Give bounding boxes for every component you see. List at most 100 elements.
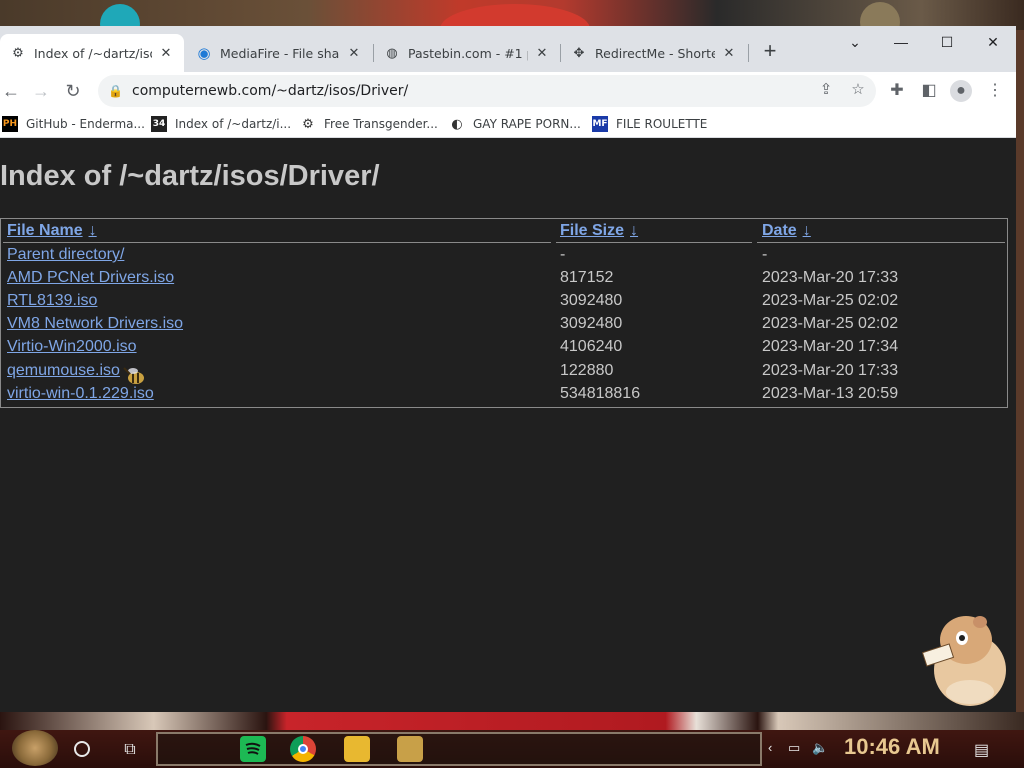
network-icon[interactable]: ▭ [788, 740, 800, 756]
notification-center-icon[interactable]: ▤ [974, 740, 989, 760]
forward-arrow-icon[interactable]: → [26, 76, 56, 106]
sort-arrow-icon: ↓ [802, 222, 811, 239]
table-row: virtio-win-0.1.229.iso 534818816 2023-Ma… [1, 385, 1007, 408]
column-header-file-name[interactable]: File Name ↓ [7, 222, 97, 240]
file-listing-table: File Name ↓ File Size ↓ Date ↓ Parent direc… [0, 218, 1008, 408]
search-circle-icon[interactable] [74, 741, 90, 757]
file-link[interactable]: Virtio-Win2000.iso [7, 338, 137, 356]
file-date: 2023-Mar-25 02:02 [762, 315, 899, 332]
column-header-file-size[interactable]: File Size ↓ [560, 222, 638, 240]
minimize-button[interactable]: — [878, 28, 924, 58]
tab-pastebin[interactable]: ◍ Pastebin.com - #1 pas ✕ [374, 34, 560, 72]
window-close-button[interactable]: ✕ [970, 28, 1016, 58]
close-icon[interactable]: ✕ [158, 46, 174, 61]
lock-icon: 🔒 [108, 84, 123, 98]
maximize-button[interactable]: ☐ [924, 28, 970, 58]
browser-toolbar: ← → ↻ 🔒 computernewb.com/~dartz/isos/Dri… [0, 72, 1016, 110]
profile-avatar-icon[interactable]: ● [950, 80, 972, 102]
column-header-date[interactable]: Date ↓ [762, 222, 811, 240]
file-size: 3092480 [560, 315, 623, 332]
table-row: qemumouse.iso 122880 2023-Mar-20 17:33 [1, 362, 1007, 385]
hamster-desktop-pet [920, 600, 1010, 710]
side-panel-icon[interactable]: ◧ [918, 80, 940, 102]
tab-title: MediaFire - File sharin [220, 45, 340, 61]
menu-kebab-icon[interactable]: ⋮ [984, 80, 1006, 102]
header-label: File Name [7, 222, 83, 239]
bookmark-item[interactable]: PH GitHub - Enderma... [2, 114, 145, 134]
file-date: - [762, 246, 768, 263]
file-size: 4106240 [560, 338, 623, 355]
tray-chevron-icon[interactable]: ‹ [768, 740, 772, 755]
chrome-icon[interactable] [290, 736, 316, 762]
bookmark-star-icon[interactable]: ☆ [848, 80, 868, 100]
mediafire-icon: ◉ [197, 44, 211, 62]
tab-search-chevron-icon[interactable]: ⌄ [832, 28, 878, 58]
table-row: AMD PCNet Drivers.iso 817152 2023-Mar-20… [1, 269, 1007, 292]
pornhub-icon: PH [2, 116, 18, 132]
spotify-icon[interactable] [240, 736, 266, 762]
header-label: Date [762, 222, 797, 239]
table-row: VM8 Network Drivers.iso 3092480 2023-Mar… [1, 315, 1007, 338]
bookmark-item[interactable]: 34 Index of /~dartz/i... [151, 114, 291, 134]
file-size: 122880 [560, 362, 614, 379]
table-row: Parent directory/ - - [1, 246, 1007, 269]
close-icon[interactable]: ✕ [534, 46, 550, 61]
tab-title: RedirectMe - Shorter [595, 45, 715, 61]
bookmark-item[interactable]: MF FILE ROULETTE [592, 114, 707, 134]
sort-arrow-icon: ↓ [88, 222, 97, 239]
file-size: 534818816 [560, 385, 641, 402]
url-text[interactable]: computernewb.com/~dartz/isos/Driver/ [132, 83, 408, 99]
header-divider [556, 242, 752, 243]
share-icon[interactable]: ⇪ [816, 80, 836, 100]
header-divider [757, 242, 1005, 243]
bookmark-label: FILE ROULETTE [616, 117, 708, 131]
site-favicon-icon: 34 [151, 116, 167, 132]
mediafire-bookmark-icon: MF [592, 116, 608, 132]
file-link[interactable]: VM8 Network Drivers.iso [7, 315, 183, 333]
tab-index-of-dartz[interactable]: ⚙ Index of /~dartz/isos ✕ [0, 34, 184, 72]
close-icon[interactable]: ✕ [346, 46, 362, 61]
file-link[interactable]: AMD PCNet Drivers.iso [7, 269, 174, 287]
sort-arrow-icon: ↓ [630, 222, 639, 239]
file-link[interactable]: qemumouse.iso [7, 362, 120, 380]
bookmark-item[interactable]: ⚙ Free Transgender... [300, 114, 438, 134]
extensions-puzzle-icon[interactable]: ✚ [886, 80, 908, 102]
file-date: 2023-Mar-13 20:59 [762, 385, 899, 402]
tab-redirectme[interactable]: ✥ RedirectMe - Shorter ✕ [561, 34, 747, 72]
rubik-app-icon[interactable] [397, 736, 423, 762]
address-bar[interactable]: 🔒 computernewb.com/~dartz/isos/Driver/ [98, 75, 876, 107]
redirect-icon: ✥ [573, 45, 585, 61]
table-row: RTL8139.iso 3092480 2023-Mar-25 02:02 [1, 292, 1007, 315]
bookmark-label: GitHub - Enderma... [26, 117, 145, 131]
tab-title: Index of /~dartz/isos [34, 45, 152, 61]
page-content: Index of /~dartz/isos/Driver/ File Name ↓… [0, 138, 1016, 712]
file-date: 2023-Mar-20 17:33 [762, 362, 899, 379]
globe-icon: ⚙ [12, 45, 24, 61]
new-tab-button[interactable]: + [756, 38, 784, 66]
start-button[interactable] [12, 730, 58, 766]
close-icon[interactable]: ✕ [721, 46, 737, 61]
globe-icon: ◐ [451, 116, 463, 132]
bookmark-label: Free Transgender... [324, 117, 438, 131]
file-explorer-icon[interactable] [344, 736, 370, 762]
tab-mediafire[interactable]: ◉ MediaFire - File sharin ✕ [186, 34, 372, 72]
chrome-center [298, 744, 308, 754]
taskbar-clock[interactable]: 10:46 AM [844, 734, 940, 760]
file-link[interactable]: Parent directory/ [7, 246, 124, 264]
bookmark-item[interactable]: ◐ GAY RAPE PORN... [449, 114, 581, 134]
file-date: 2023-Mar-20 17:33 [762, 269, 899, 286]
volume-muted-icon[interactable]: 🔈 [812, 740, 828, 756]
header-divider [3, 242, 551, 243]
reload-icon[interactable]: ↻ [58, 76, 88, 106]
tab-title: Pastebin.com - #1 pas [408, 45, 528, 61]
file-size: 3092480 [560, 292, 623, 309]
bookmarks-bar: PH GitHub - Enderma... 34 Index of /~dar… [0, 110, 1016, 138]
back-arrow-icon[interactable]: ← [0, 76, 26, 106]
file-size: - [560, 246, 566, 263]
file-date: 2023-Mar-20 17:34 [762, 338, 899, 355]
file-link[interactable]: RTL8139.iso [7, 292, 97, 310]
taskbar-wallpaper-strip [0, 712, 1024, 730]
task-view-icon[interactable]: ⧉ [116, 736, 144, 764]
gear-globe-icon: ⚙ [302, 116, 314, 132]
page-title: Index of /~dartz/isos/Driver/ [0, 160, 380, 192]
